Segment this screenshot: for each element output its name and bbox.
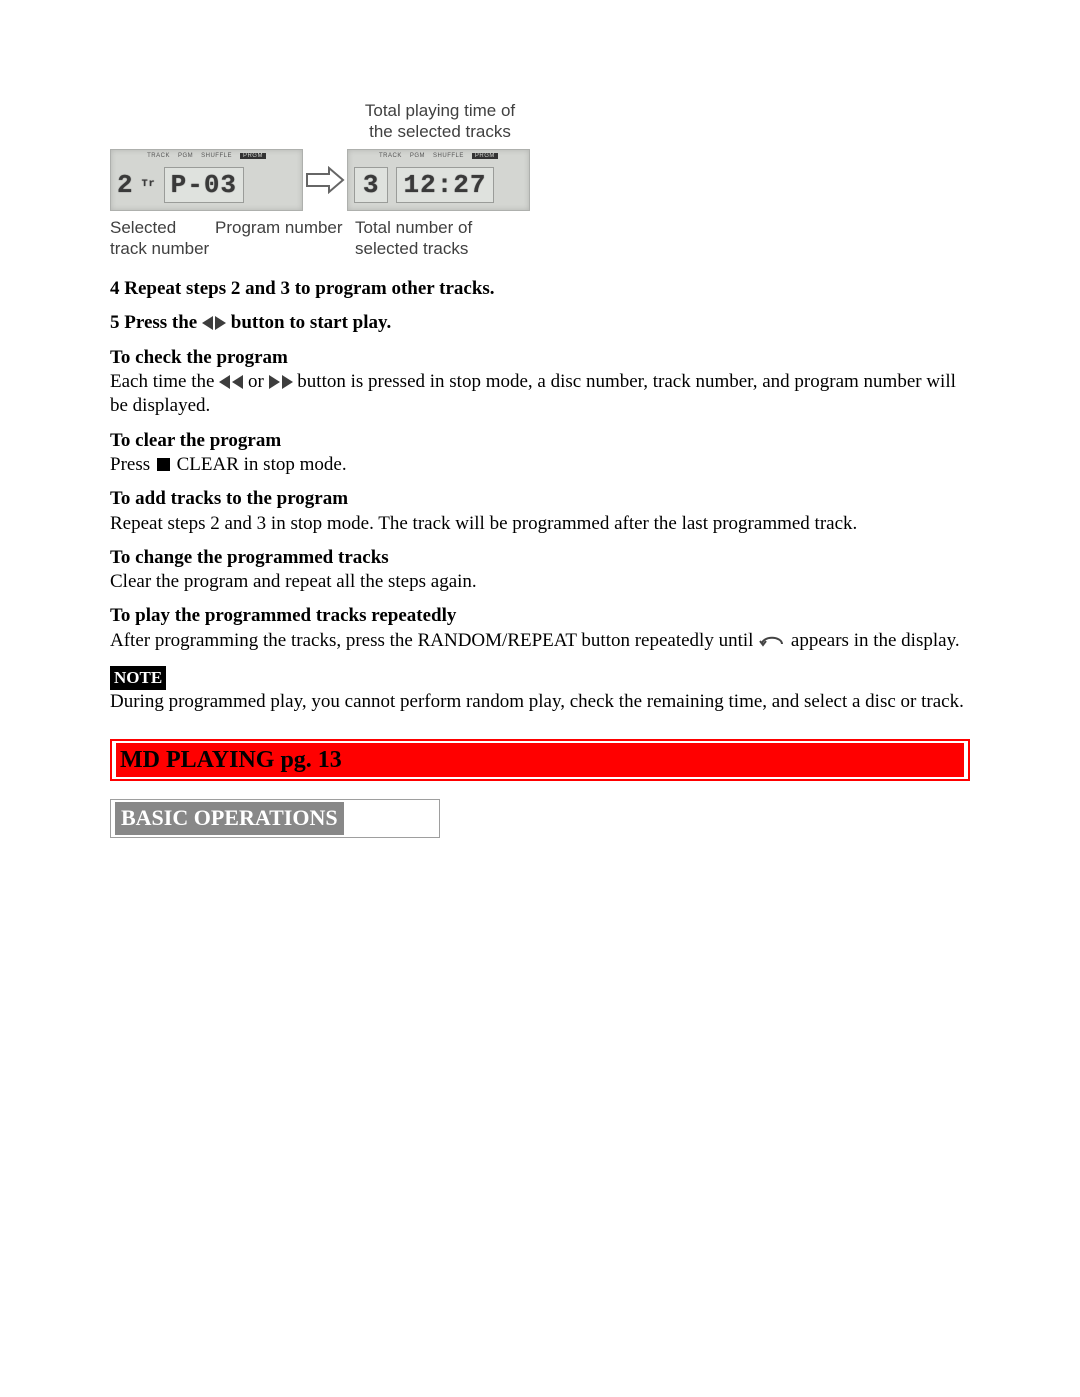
- section-banner: MD PLAYING pg. 13: [110, 739, 970, 782]
- indicator-label: SHUFFLE: [201, 153, 232, 159]
- clear-heading: To clear the program: [110, 430, 281, 451]
- caption-line: selected tracks: [355, 239, 468, 258]
- lcd-panel-left: TRACK PGM SHUFFLE PRGM 2 Tr P-03: [110, 149, 303, 211]
- lcd-segment: 12:27: [396, 167, 493, 203]
- add-body: Repeat steps 2 and 3 in stop mode. The t…: [110, 512, 970, 536]
- lcd-indicator-row: TRACK PGM SHUFFLE PRGM: [111, 153, 302, 159]
- step-4: 4 Repeat steps 2 and 3 to program other …: [110, 278, 495, 299]
- check-body-a: Each time the: [110, 371, 214, 392]
- page: Total playing time of the selected track…: [0, 0, 1080, 1397]
- lcd-segment: P-03: [164, 167, 244, 203]
- caption-line: Program number: [215, 218, 343, 237]
- lcd-panel-right: TRACK PGM SHUFFLE PRGM 3 12:27: [347, 149, 530, 211]
- caption-line: Total number of: [355, 218, 472, 237]
- caption: Total number of selected tracks: [355, 217, 515, 260]
- diagram-bottom-captions: Selected track number Program number Tot…: [110, 217, 530, 260]
- diagram-top-caption: Total playing time of the selected track…: [110, 100, 530, 143]
- lcd-digit: 2: [117, 170, 134, 200]
- indicator-label: PGM: [410, 153, 425, 159]
- caption: Program number: [215, 217, 355, 260]
- clear-body-a: Press: [110, 454, 150, 475]
- step-5-a: 5 Press the: [110, 312, 197, 333]
- lcd-indicator-row: TRACK PGM SHUFFLE PRGM: [348, 153, 529, 159]
- caption: Selected track number: [110, 217, 215, 260]
- stop-icon: [157, 458, 170, 471]
- display-diagram: Total playing time of the selected track…: [110, 100, 530, 259]
- indicator-label: TRACK: [379, 153, 402, 159]
- check-heading: To check the program: [110, 347, 288, 368]
- caption-line: the selected tracks: [369, 122, 511, 141]
- indicator-tag: PRGM: [472, 153, 498, 159]
- caption-line: track number: [110, 239, 209, 258]
- note-body: During programmed play, you cannot perfo…: [110, 690, 970, 714]
- repeat-body-a: After programming the tracks, press the …: [110, 630, 753, 651]
- rewind-icon: [219, 375, 243, 389]
- section-banner-text: MD PLAYING pg. 13: [116, 743, 964, 778]
- check-body-b: or: [248, 371, 264, 392]
- indicator-label: SHUFFLE: [433, 153, 464, 159]
- prev-next-icon: [202, 316, 226, 330]
- lcd-digit-small: Tr: [142, 179, 156, 190]
- indicator-tag: PRGM: [240, 153, 266, 159]
- repeat-heading: To play the programmed tracks repeatedly: [110, 605, 456, 626]
- subheader-box: BASIC OPERATIONS: [110, 799, 440, 837]
- displays-row: TRACK PGM SHUFFLE PRGM 2 Tr P-03 TRACK P…: [110, 149, 530, 211]
- body-text: 4 Repeat steps 2 and 3 to program other …: [110, 277, 970, 838]
- indicator-label: PGM: [178, 153, 193, 159]
- ffwd-icon: [269, 375, 293, 389]
- caption-line: Selected: [110, 218, 176, 237]
- change-heading: To change the programmed tracks: [110, 547, 389, 568]
- clear-body-b: CLEAR in stop mode.: [177, 454, 347, 475]
- change-body: Clear the program and repeat all the ste…: [110, 570, 970, 594]
- note-label: NOTE: [110, 666, 166, 690]
- indicator-label: TRACK: [147, 153, 170, 159]
- repeat-icon: [758, 632, 786, 656]
- repeat-body-b: appears in the display.: [791, 630, 960, 651]
- subheader-text: BASIC OPERATIONS: [115, 802, 344, 834]
- arrow-icon: [303, 166, 347, 194]
- step-5-b: button to start play.: [231, 312, 391, 333]
- lcd-digit: 3: [354, 167, 389, 203]
- add-heading: To add tracks to the program: [110, 488, 348, 509]
- caption-line: Total playing time of: [365, 101, 515, 120]
